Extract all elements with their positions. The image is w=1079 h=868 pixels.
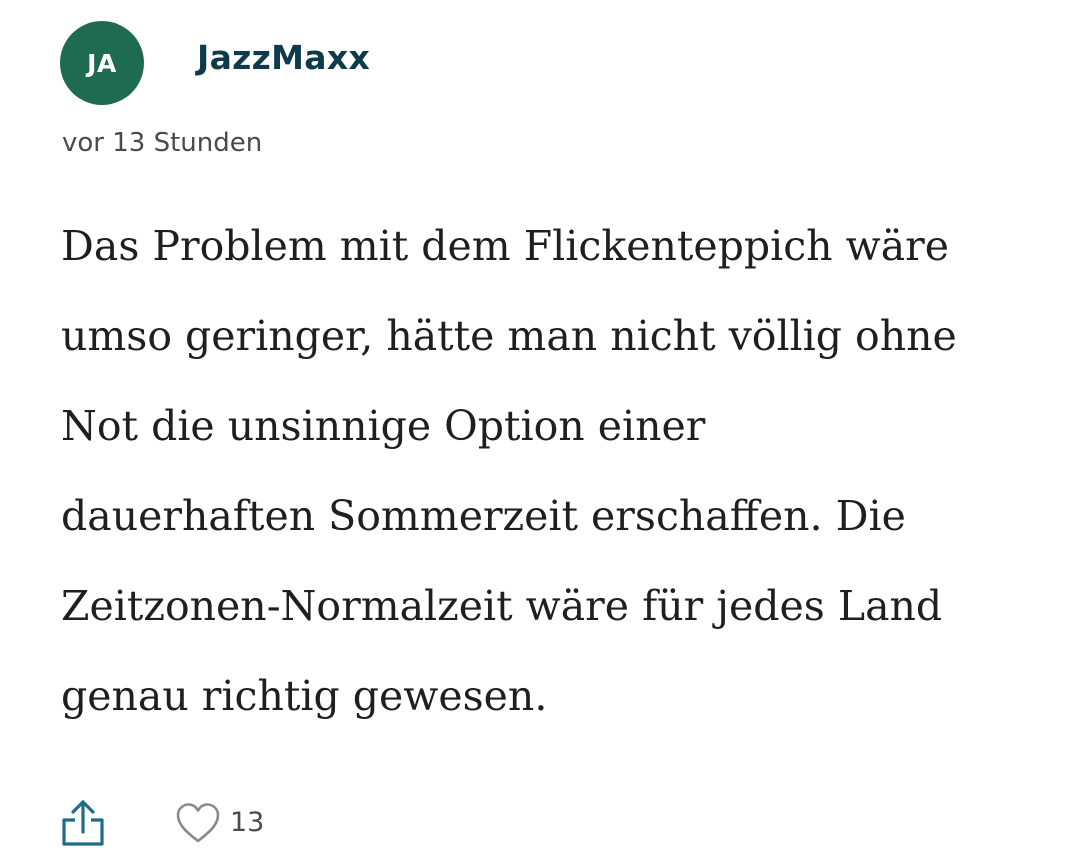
avatar[interactable]: JA [60, 21, 144, 105]
share-icon[interactable] [60, 798, 106, 848]
avatar-initials: JA [87, 48, 117, 78]
heart-icon[interactable] [175, 802, 221, 844]
comment-line: Das Problem mit dem Flickenteppich wäre [61, 222, 950, 270]
comment-line: umso geringer, hätte man nicht völlig oh… [61, 312, 957, 360]
comment-line: Zeitzonen-Normalzeit wäre für jedes Land [61, 582, 943, 630]
comment-line: Not die unsinnige Option einer [61, 402, 706, 450]
comment-timestamp: vor 13 Stunden [62, 128, 263, 158]
comment-line: genau richtig gewesen. [61, 672, 548, 720]
author-name[interactable]: JazzMaxx [197, 38, 370, 77]
comment-line: dauerhaften Sommerzeit erschaffen. Die [61, 492, 906, 540]
like-count: 13 [230, 807, 265, 838]
comment-text: Das Problem mit dem Flickenteppich wäre … [61, 201, 1061, 741]
